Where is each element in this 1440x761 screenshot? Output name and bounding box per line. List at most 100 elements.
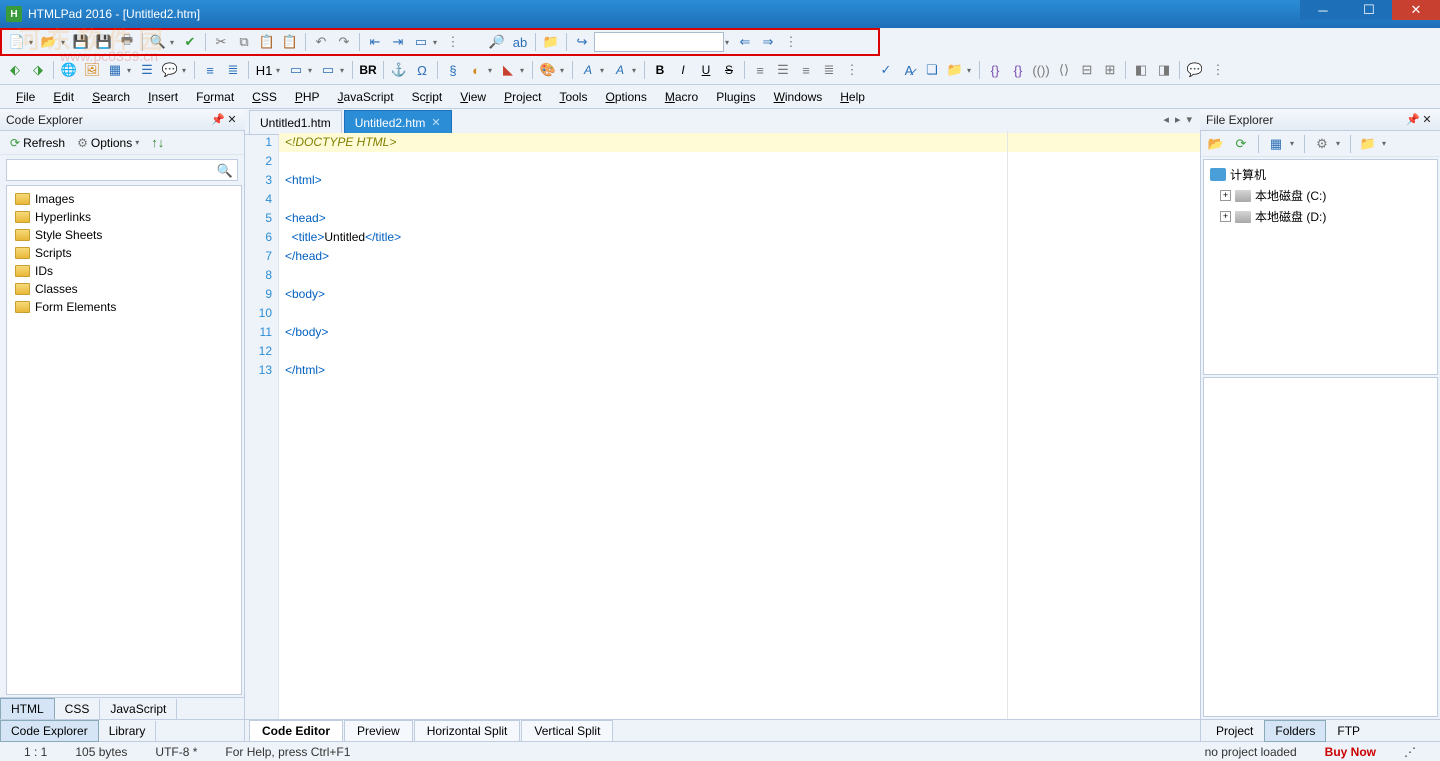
maximize-button[interactable]: ☐ — [1346, 0, 1392, 20]
spellcheck-icon[interactable]: ✔ — [179, 31, 201, 53]
div-icon[interactable]: ▭ — [285, 59, 307, 81]
buy-now-link[interactable]: Buy Now — [1311, 745, 1390, 759]
pin-icon[interactable]: 📌 — [211, 113, 225, 126]
tab-folders[interactable]: Folders — [1264, 720, 1326, 742]
menu-tools[interactable]: Tools — [551, 87, 595, 107]
help-icon[interactable]: 💬 — [1184, 59, 1206, 81]
outdent-icon[interactable]: ⇤ — [364, 31, 386, 53]
replace-icon[interactable]: ab — [509, 31, 531, 53]
view-hsplit[interactable]: Horizontal Split — [414, 720, 521, 741]
menu-windows[interactable]: Windows — [766, 87, 831, 107]
options-button[interactable]: ⚙Options▾ — [73, 134, 147, 152]
view-code-editor[interactable]: Code Editor — [249, 720, 343, 741]
fe-drive-c[interactable]: + 本地磁盘 (C:) — [1206, 185, 1435, 206]
view-vsplit[interactable]: Vertical Split — [521, 720, 613, 741]
list-ul-icon[interactable]: ≡ — [199, 59, 221, 81]
tab-prev-icon[interactable]: ◂ — [1161, 113, 1171, 126]
tab-js[interactable]: JavaScript — [100, 699, 177, 719]
fe-drive-d[interactable]: + 本地磁盘 (D:) — [1206, 206, 1435, 227]
tree-item[interactable]: Style Sheets — [9, 226, 239, 244]
code-editor[interactable]: 12345678910111213 <!DOCTYPE HTML><html><… — [245, 131, 1200, 719]
menu-help[interactable]: Help — [832, 87, 873, 107]
brace1-icon[interactable]: {} — [984, 59, 1006, 81]
script-icon[interactable]: § — [442, 59, 464, 81]
refresh-button[interactable]: ⟳Refresh — [6, 134, 69, 152]
fontsize-icon[interactable]: A — [609, 59, 631, 81]
tree-item[interactable]: Classes — [9, 280, 239, 298]
tab-css[interactable]: CSS — [55, 699, 101, 719]
expand-icon[interactable]: + — [1220, 211, 1231, 222]
paste-special-icon[interactable]: 📋 — [279, 31, 301, 53]
snippet-icon[interactable]: ❏ — [921, 59, 943, 81]
tree-item[interactable]: Form Elements — [9, 298, 239, 316]
tree-item[interactable]: Images — [9, 190, 239, 208]
minimize-button[interactable]: ─ — [1300, 0, 1346, 20]
comment-icon[interactable]: 💬 — [159, 59, 181, 81]
menu-project[interactable]: Project — [496, 87, 549, 107]
fe-refresh-icon[interactable]: ⟳ — [1230, 133, 1252, 155]
wrap-icon[interactable]: ▭ — [410, 31, 432, 53]
globe-icon[interactable]: 🌐 — [58, 59, 80, 81]
collapse-icon[interactable]: ⊟ — [1076, 59, 1098, 81]
zoom-icon[interactable]: 🔍 — [147, 31, 169, 53]
highlight-icon[interactable]: ◣ — [497, 59, 519, 81]
brace2-icon[interactable]: {} — [1007, 59, 1029, 81]
menu-css[interactable]: CSS — [244, 87, 285, 107]
form-icon[interactable]: ☰ — [136, 59, 158, 81]
copy-icon[interactable]: ⧉ — [233, 31, 255, 53]
open-file-icon[interactable]: 📂 — [38, 31, 60, 53]
save-all-icon[interactable]: 💾 — [93, 31, 115, 53]
menu-options[interactable]: Options — [597, 87, 654, 107]
align-right-icon[interactable]: ≡ — [795, 59, 817, 81]
sort-button[interactable]: ↑↓ — [151, 135, 164, 150]
css-icon[interactable]: ◐ — [465, 59, 487, 81]
tab-library[interactable]: Library — [99, 721, 157, 741]
menu-insert[interactable]: Insert — [140, 87, 186, 107]
tab-next-icon[interactable]: ▸ — [1173, 113, 1183, 126]
table-icon[interactable]: ▦ — [104, 59, 126, 81]
grip4-icon[interactable]: ⋮ — [1207, 59, 1229, 81]
resize-grip-icon[interactable]: ⋰ — [1390, 745, 1430, 759]
menu-plugins[interactable]: Plugins — [708, 87, 763, 107]
tab-html[interactable]: HTML — [0, 698, 55, 720]
expand-icon[interactable]: ⊞ — [1099, 59, 1121, 81]
bracket1-icon[interactable]: (()) — [1030, 59, 1052, 81]
view-preview[interactable]: Preview — [344, 720, 413, 741]
menu-edit[interactable]: Edit — [45, 87, 82, 107]
grip3-icon[interactable]: ⋮ — [841, 59, 863, 81]
h1-icon[interactable]: H1 — [253, 59, 275, 81]
bold-icon[interactable]: B — [649, 59, 671, 81]
anchor-icon[interactable]: ⚓ — [388, 59, 410, 81]
font-icon[interactable]: A — [577, 59, 599, 81]
redo-icon[interactable]: ↷ — [333, 31, 355, 53]
expand-icon[interactable]: + — [1220, 190, 1231, 201]
format-code-icon[interactable]: A̷ — [898, 59, 920, 81]
menu-file[interactable]: File — [8, 87, 43, 107]
fe-pin-icon[interactable]: 📌 — [1406, 113, 1420, 126]
save-icon[interactable]: 💾 — [70, 31, 92, 53]
fe-view-icon[interactable]: ▦ — [1265, 133, 1287, 155]
tab-close-icon[interactable]: ✕ — [431, 116, 440, 129]
menu-format[interactable]: Format — [188, 87, 242, 107]
list-ol-icon[interactable]: ≣ — [222, 59, 244, 81]
find-in-files-icon[interactable]: 📁 — [540, 31, 562, 53]
menu-search[interactable]: Search — [84, 87, 138, 107]
br-icon[interactable]: BR — [357, 59, 379, 81]
strike-icon[interactable]: S — [718, 59, 740, 81]
goto-icon[interactable]: ↪ — [571, 31, 593, 53]
color-picker-icon[interactable]: 🎨 — [537, 59, 559, 81]
panel-close-icon[interactable]: ✕ — [225, 113, 239, 126]
tree-item[interactable]: IDs — [9, 262, 239, 280]
menu-script[interactable]: Script — [404, 87, 451, 107]
tag-left-icon[interactable]: ⬖ — [4, 59, 26, 81]
new-file-icon[interactable]: 📄 — [6, 31, 28, 53]
bookmark2-icon[interactable]: ◨ — [1153, 59, 1175, 81]
search-combo[interactable] — [594, 32, 724, 52]
close-button[interactable]: ✕ — [1392, 0, 1440, 20]
fe-computer[interactable]: 计算机 — [1206, 164, 1435, 185]
paste-icon[interactable]: 📋 — [256, 31, 278, 53]
folder2-icon[interactable]: 📁 — [944, 59, 966, 81]
menu-php[interactable]: PHP — [287, 87, 328, 107]
align-left-icon[interactable]: ≡ — [749, 59, 771, 81]
grip2-icon[interactable]: ⋮ — [780, 31, 802, 53]
